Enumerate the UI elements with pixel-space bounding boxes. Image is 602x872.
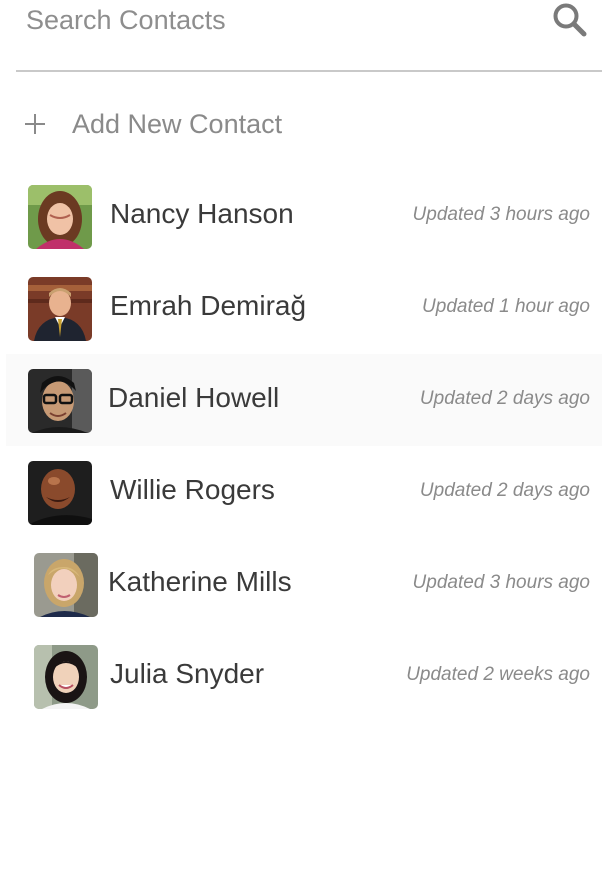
contact-row-julia-snyder[interactable]: Julia Snyder Updated 2 weeks ago (0, 630, 602, 722)
contact-name: Emrah Demirağ (110, 290, 307, 321)
contact-list: Nancy Hanson Updated 3 hours ago Emrah D… (0, 170, 602, 722)
contact-updated-time: Updated 3 hours ago (412, 204, 590, 225)
contact-row-willie-rogers[interactable]: Willie Rogers Updated 2 days ago (0, 446, 602, 538)
contact-row-emrah-demirag[interactable]: Emrah Demirağ Updated 1 hour ago (0, 262, 602, 354)
contact-updated-time: Updated 2 days ago (419, 388, 590, 409)
contact-updated-time: Updated 1 hour ago (422, 296, 590, 317)
avatar (34, 645, 98, 709)
contact-updated-time: Updated 2 days ago (419, 480, 590, 501)
contact-name: Katherine Mills (108, 566, 292, 597)
add-new-contact-label: Add New Contact (72, 108, 283, 139)
contact-row-nancy-hanson[interactable]: Nancy Hanson Updated 3 hours ago (0, 170, 602, 262)
contact-name: Nancy Hanson (110, 198, 294, 229)
contact-row-daniel-howell[interactable]: Daniel Howell Updated 2 days ago (6, 354, 602, 446)
contact-row-katherine-mills[interactable]: Katherine Mills Updated 3 hours ago (0, 538, 602, 630)
avatar (28, 461, 92, 525)
avatar (28, 185, 92, 249)
add-new-contact-button[interactable]: Add New Contact (24, 104, 282, 144)
contact-name: Julia Snyder (110, 658, 265, 689)
search-input[interactable] (26, 0, 526, 40)
avatar (28, 277, 92, 341)
contact-updated-time: Updated 3 hours ago (412, 572, 590, 593)
avatar (28, 369, 92, 433)
contact-name: Willie Rogers (110, 474, 275, 505)
avatar (34, 553, 98, 617)
contact-name: Daniel Howell (108, 382, 280, 413)
plus-icon (24, 113, 46, 135)
search-bar (16, 0, 602, 72)
search-icon[interactable] (552, 2, 588, 38)
contact-updated-time: Updated 2 weeks ago (406, 664, 590, 685)
